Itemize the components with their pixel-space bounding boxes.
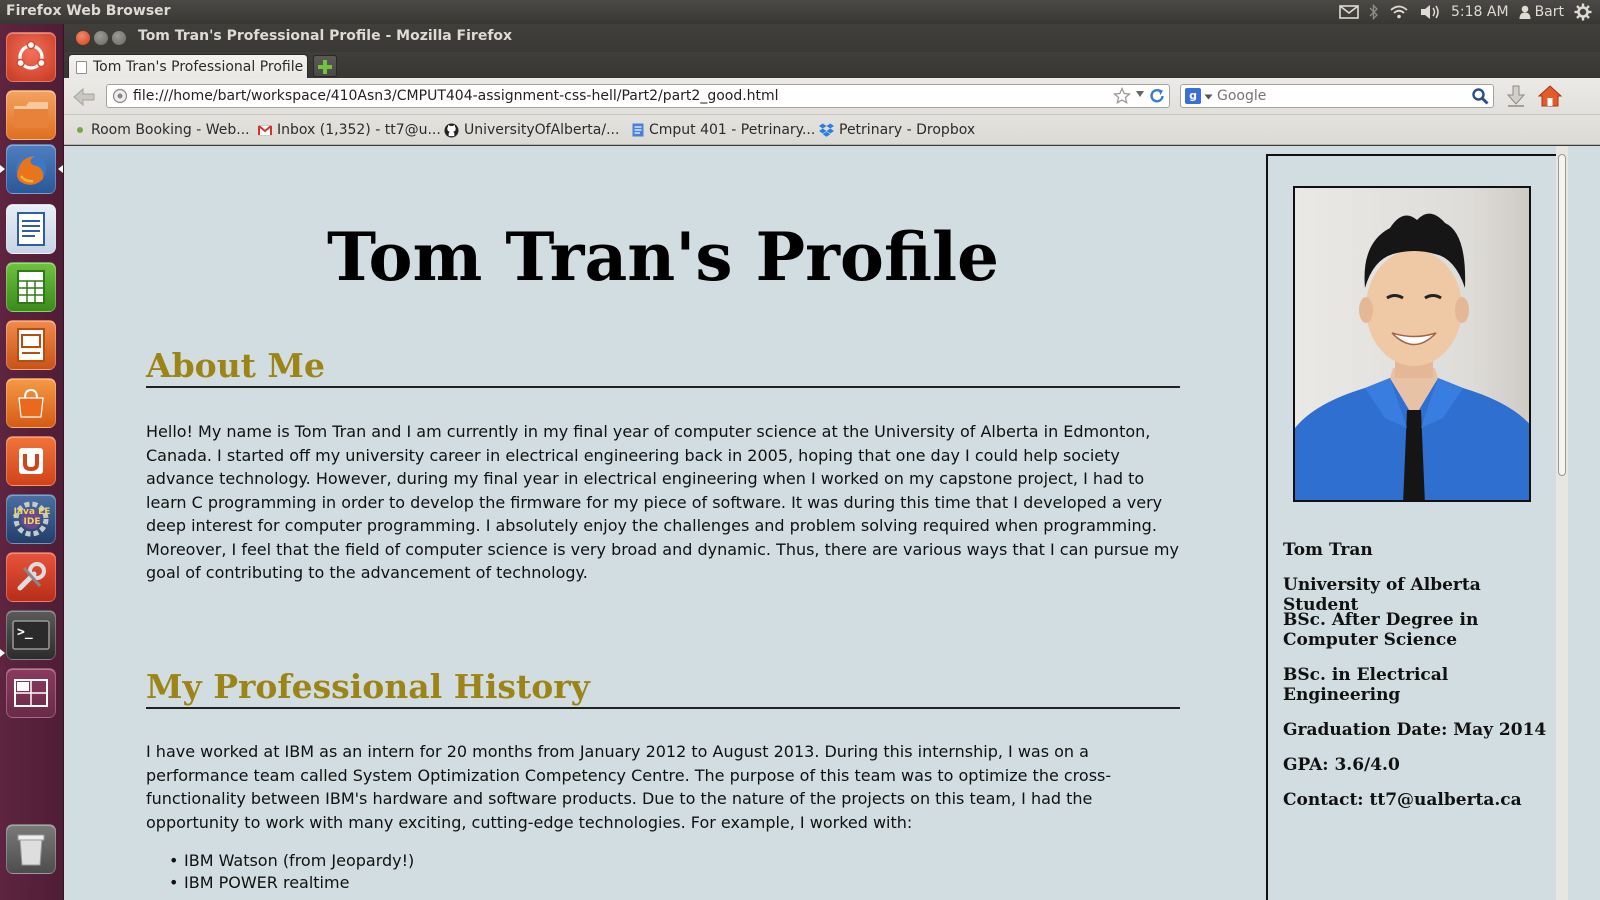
tab-strip: Tom Tran's Professional Profile <box>64 52 1600 80</box>
java-ee-ide-label: Java EE IDE <box>13 507 51 527</box>
professional-history-paragraph: I have worked at IBM as an intern for 20… <box>146 742 1112 832</box>
bookmark-room-booking[interactable]: Room Booking - Web... <box>74 122 250 138</box>
terminal-icon[interactable]: >_ <box>6 610 56 660</box>
plus-icon <box>318 60 332 74</box>
url-text[interactable]: file:///home/bart/workspace/410Asn3/CMPU… <box>133 88 779 104</box>
active-app-title: Firefox Web Browser <box>6 3 171 19</box>
gear-icon[interactable] <box>1574 0 1592 24</box>
workspace-switcher-icon[interactable] <box>6 668 56 718</box>
back-arrow-icon <box>73 87 95 107</box>
engine-dropdown-icon[interactable] <box>1204 94 1213 100</box>
user-name: Bart <box>1534 4 1564 20</box>
trash-icon[interactable] <box>6 824 56 874</box>
bookmark-star-icon[interactable] <box>1113 87 1131 105</box>
list-item: IBM POWER realtime <box>169 872 414 894</box>
home-button[interactable] <box>1537 84 1563 112</box>
minimize-window-button[interactable] <box>94 31 108 45</box>
back-button[interactable] <box>72 86 96 108</box>
download-arrow-icon <box>1506 85 1526 107</box>
terminal-running-pip <box>0 649 5 657</box>
bookmark-petrinary-dropbox[interactable]: Petrinary - Dropbox <box>819 122 975 138</box>
bookmark-label: Petrinary - Dropbox <box>839 122 976 138</box>
reload-icon[interactable] <box>1148 87 1166 105</box>
page-viewport: Tom Tran's Profile About Me Hello! My na… <box>64 146 1556 900</box>
window-title: Tom Tran's Professional Profile - Mozill… <box>138 28 513 44</box>
sidebar-school: University of Alberta Student <box>1283 575 1481 615</box>
gmail-icon <box>258 124 272 136</box>
list-item: IBM Watson (from Jeopardy!) <box>169 850 414 872</box>
sidebar-degree-cs: BSc. After Degree in Computer Science <box>1283 610 1479 650</box>
sidebar-name: Tom Tran <box>1283 540 1373 560</box>
globe-dot-icon <box>77 127 83 133</box>
section-heading-about-me: About Me <box>146 346 1180 388</box>
libreoffice-impress-icon[interactable] <box>6 320 56 370</box>
page-scrollbar[interactable] <box>1556 146 1568 900</box>
user-icon <box>1519 5 1531 19</box>
tab-profile[interactable]: Tom Tran's Professional Profile <box>68 54 308 80</box>
url-bar[interactable]: file:///home/bart/workspace/410Asn3/CMPU… <box>106 84 1170 108</box>
volume-icon[interactable] <box>1419 0 1441 24</box>
libreoffice-writer-icon[interactable] <box>6 204 56 254</box>
navigation-toolbar: file:///home/bart/workspace/410Asn3/CMPU… <box>64 78 1600 115</box>
blank-page-icon <box>76 61 87 74</box>
ubuntu-one-icon[interactable] <box>6 436 56 486</box>
bookmark-github[interactable]: UniversityOfAlberta/... <box>444 122 619 138</box>
tab-label: Tom Tran's Professional Profile <box>93 59 304 75</box>
google-search-engine-icon[interactable]: g <box>1185 88 1201 104</box>
bookmark-label: Inbox (1,352) - tt7@u... <box>277 122 441 138</box>
search-magnifier-icon[interactable] <box>1471 87 1489 105</box>
sidebar-gpa: GPA: 3.6/4.0 <box>1283 755 1400 775</box>
wifi-icon[interactable] <box>1389 0 1409 24</box>
about-me-paragraph: Hello! My name is Tom Tran and I am curr… <box>146 422 1179 582</box>
sidebar-contact: Contact: tt7@ualberta.ca <box>1283 790 1522 810</box>
search-input[interactable] <box>1217 87 1457 105</box>
github-icon <box>444 122 459 138</box>
home-icon <box>1537 85 1563 107</box>
mail-icon[interactable] <box>1339 0 1359 24</box>
scrollbar-thumb[interactable] <box>1558 154 1566 476</box>
bookmark-cmput401-doc[interactable]: Cmput 401 - Petrinary... <box>632 122 815 138</box>
clock[interactable]: 5:18 AM <box>1451 0 1509 24</box>
maximize-window-button[interactable] <box>112 31 126 45</box>
site-identity-icon <box>112 88 128 104</box>
search-bar[interactable]: g <box>1180 84 1494 108</box>
bookmark-gmail-inbox[interactable]: Inbox (1,352) - tt7@u... <box>258 122 441 138</box>
section-heading-professional-history: My Professional History <box>146 667 1180 709</box>
dropbox-icon <box>819 123 834 137</box>
user-menu[interactable]: Bart <box>1519 0 1564 24</box>
system-settings-icon[interactable] <box>6 552 56 602</box>
sidebar-degree-ee: BSc. in Electrical Engineering <box>1283 665 1449 705</box>
downloads-button[interactable] <box>1506 85 1526 111</box>
firefox-focused-pip <box>58 165 63 173</box>
google-docs-icon <box>632 123 644 137</box>
indicator-area: 5:18 AM Bart <box>1329 0 1592 24</box>
close-window-button[interactable] <box>76 31 90 45</box>
page-title: Tom Tran's Profile <box>326 218 1000 296</box>
bluetooth-icon[interactable] <box>1369 0 1379 24</box>
ubuntu-dash-icon[interactable] <box>6 32 56 82</box>
libreoffice-calc-icon[interactable] <box>6 262 56 312</box>
profile-photo <box>1293 186 1531 502</box>
page-right-gutter <box>1568 146 1600 900</box>
sidebar-graduation: Graduation Date: May 2014 <box>1283 720 1547 740</box>
new-tab-button[interactable] <box>313 55 337 77</box>
java-ee-ide-icon[interactable]: Java EE IDE <box>6 494 56 544</box>
system-top-panel: Firefox Web Browser 5:18 AM Bart <box>0 0 1600 24</box>
bookmark-label: Cmput 401 - Petrinary... <box>649 122 816 138</box>
firefox-icon[interactable] <box>6 144 56 194</box>
profile-sidebar: Tom Tran University of Alberta Student B… <box>1266 154 1556 900</box>
firefox-running-pip <box>0 165 5 173</box>
bookmark-label: Room Booking - Web... <box>91 122 250 138</box>
technologies-list: IBM Watson (from Jeopardy!) IBM POWER re… <box>169 850 414 894</box>
unity-launcher: Java EE IDE >_ <box>0 24 64 900</box>
software-center-icon[interactable] <box>6 378 56 428</box>
history-dropdown-icon[interactable] <box>1135 90 1145 98</box>
bookmarks-toolbar: Room Booking - Web... Inbox (1,352) - tt… <box>64 115 1600 145</box>
terminal-prompt: >_ <box>17 625 33 640</box>
files-icon[interactable] <box>6 90 56 140</box>
bookmark-label: UniversityOfAlberta/... <box>464 122 620 138</box>
